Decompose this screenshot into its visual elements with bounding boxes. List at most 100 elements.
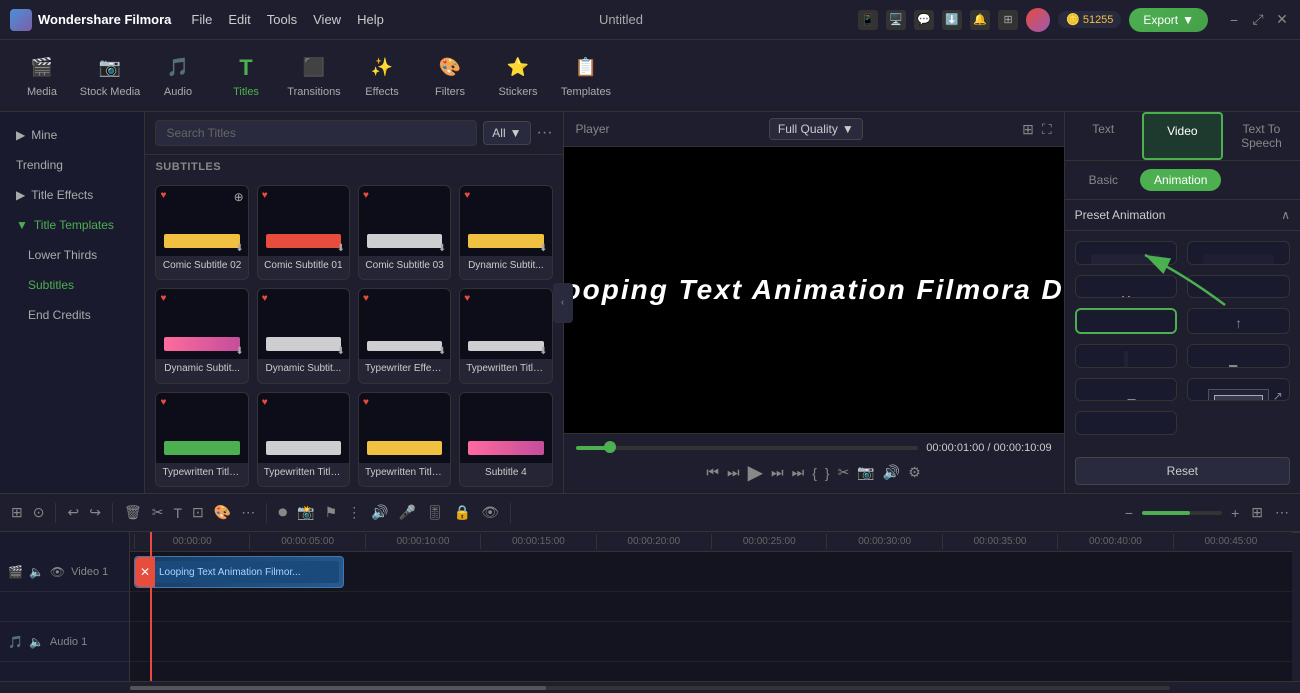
anim-slide-up[interactable]: ↑ Slide Up — [1187, 308, 1290, 334]
video-track-mute-icon[interactable]: 🔈 — [29, 565, 44, 579]
user-avatar[interactable] — [1026, 8, 1050, 32]
anim-fade-out[interactable]: Fade Out — [1187, 241, 1290, 265]
mark-in-button[interactable]: { — [812, 465, 817, 481]
hide-button[interactable]: 👁 — [478, 501, 502, 524]
template-comic-subtitle-02[interactable]: ♥ ⊕ ⬇ Comic Subtitle 02 — [155, 185, 248, 280]
snapshot-button[interactable]: 📷 — [857, 464, 874, 481]
more-tools-button[interactable]: ⋯ — [238, 501, 258, 524]
sidebar-item-trending[interactable]: Trending — [0, 150, 144, 180]
playhead[interactable] — [150, 532, 152, 681]
zoom-in-button[interactable]: + — [1228, 502, 1242, 524]
template-typewritten-title[interactable]: ♥ ⬇ Typewritten Title... — [459, 288, 552, 383]
video-clip[interactable]: ✕ Looping Text Animation Filmor... — [134, 556, 344, 588]
download-icon[interactable]: ⬇ — [337, 243, 345, 254]
menu-view[interactable]: View — [313, 12, 341, 27]
anim-fade-in[interactable]: Fade In — [1075, 241, 1178, 265]
delete-button[interactable]: 🗑 — [121, 501, 145, 524]
tool-filters[interactable]: 🎨 Filters — [418, 44, 482, 108]
split-audio-button[interactable]: ⊞ — [8, 501, 26, 524]
tab-video[interactable]: Video — [1142, 112, 1223, 160]
zoom-out-button[interactable]: − — [1122, 502, 1136, 524]
menu-help[interactable]: Help — [357, 12, 384, 27]
download-icon[interactable]: ⬇ — [337, 346, 345, 357]
audio-out-button[interactable]: 🔊 — [368, 501, 391, 524]
quality-dropdown[interactable]: Full Quality ▼ — [769, 118, 863, 140]
color-button[interactable]: 🎨 — [211, 501, 234, 524]
download-icon[interactable]: ⬇ — [235, 243, 243, 254]
anim-pause[interactable]: → → Pause — [1075, 275, 1178, 299]
sidebar-item-subtitles[interactable]: Subtitles — [0, 270, 144, 300]
horizontal-scrollbar[interactable] — [0, 681, 1300, 693]
subtab-basic[interactable]: Basic — [1075, 169, 1132, 191]
sidebar-item-title-effects[interactable]: ▶ Title Effects — [0, 180, 144, 210]
sidebar-item-end-credits[interactable]: End Credits — [0, 300, 144, 330]
tab-text-to-speech[interactable]: Text To Speech — [1223, 112, 1300, 160]
audio-record-button[interactable]: 🎤 — [396, 501, 419, 524]
menu-edit[interactable]: Edit — [228, 12, 250, 27]
fullscreen-icon[interactable]: ⛶ — [1042, 121, 1052, 138]
subtab-animation[interactable]: Animation — [1140, 169, 1221, 191]
crop-button[interactable]: ⊡ — [189, 501, 207, 524]
mark-out-button[interactable]: } — [825, 465, 830, 481]
template-typewritten-title-04[interactable]: ♥ Typewritten Title... — [358, 392, 451, 487]
tool-titles[interactable]: T Titles — [214, 44, 278, 108]
undo-button[interactable]: ↩ — [64, 501, 82, 524]
step-forward-button[interactable]: ⏭ — [771, 464, 784, 481]
template-subtitle-4[interactable]: Subtitle 4 — [459, 392, 552, 487]
skip-forward-button[interactable]: ⏭ — [792, 464, 805, 481]
more-tl-button[interactable]: ⋯ — [1272, 501, 1292, 524]
redo-button[interactable]: ↪ — [86, 501, 104, 524]
template-dynamic-subtit-01[interactable]: ♥ ⬇ Dynamic Subtit... — [459, 185, 552, 280]
template-dynamic-subtit-02[interactable]: ♥ ⬇ Dynamic Subtit... — [155, 288, 248, 383]
snapshot-tl-button[interactable]: 📸 — [294, 501, 317, 524]
download-icon[interactable]: ⬇ — [438, 346, 446, 357]
add-icon[interactable]: ⊕ — [234, 190, 244, 204]
sidebar-item-mine[interactable]: ▶ Mine — [0, 120, 144, 150]
maximize-button[interactable]: ⤢ — [1250, 12, 1266, 28]
search-input[interactable] — [155, 120, 477, 146]
sidebar-item-lower-thirds[interactable]: Lower Thirds — [0, 240, 144, 270]
filter-dropdown[interactable]: All ▼ — [483, 121, 530, 145]
icon-4[interactable]: ⬇️ — [942, 10, 962, 30]
play-button[interactable]: ▶ — [748, 460, 763, 485]
tool-stickers[interactable]: ⭐ Stickers — [486, 44, 550, 108]
clip-button[interactable]: ✂ — [838, 464, 850, 481]
mix-button[interactable]: 🎚 — [423, 501, 447, 524]
lock-button[interactable]: 🔒 — [451, 501, 474, 524]
tab-text[interactable]: Text — [1065, 112, 1142, 160]
download-icon[interactable]: ⬇ — [539, 346, 547, 357]
anim-zoom-in-2[interactable]: ⤡ Zoom In — [1075, 411, 1178, 435]
icon-3[interactable]: 💬 — [914, 10, 934, 30]
tool-transitions[interactable]: ⬛ Transitions — [282, 44, 346, 108]
close-button[interactable]: ✕ — [1274, 12, 1290, 28]
template-typewriter-effec[interactable]: ♥ ⬇ Typewriter Effec... — [358, 288, 451, 383]
menu-tools[interactable]: Tools — [267, 12, 297, 27]
download-icon[interactable]: ⬇ — [235, 346, 243, 357]
menu-file[interactable]: File — [191, 12, 212, 27]
progress-track[interactable] — [576, 446, 919, 450]
template-dynamic-subtit-03[interactable]: ♥ ⬇ Dynamic Subtit... — [257, 288, 350, 383]
step-back-button[interactable]: ⏭ — [727, 464, 740, 481]
download-icon[interactable]: ⬇ — [539, 243, 547, 254]
download-icon[interactable]: ⬇ — [438, 243, 446, 254]
cut-button[interactable]: ✂ — [149, 501, 167, 524]
skip-back-button[interactable]: ⏮ — [706, 464, 719, 481]
anim-slide-down[interactable]: ↓ Slide Down — [1075, 344, 1178, 368]
video-track-eye-icon[interactable]: 👁 — [50, 565, 65, 579]
audio-track-mute-icon[interactable]: 🔈 — [29, 635, 44, 649]
split-button[interactable]: ⋮ — [344, 501, 364, 524]
icon-6[interactable]: ⊞ — [998, 10, 1018, 30]
grid-tl-button[interactable]: ⊞ — [1248, 501, 1266, 524]
icon-2[interactable]: 🖥️ — [886, 10, 906, 30]
tool-audio[interactable]: 🎵 Audio — [146, 44, 210, 108]
anim-slide-left[interactable]: ← Slide Left — [1075, 308, 1178, 334]
tool-stock-media[interactable]: 📷 Stock Media — [78, 44, 142, 108]
tool-effects[interactable]: ✨ Effects — [350, 44, 414, 108]
minimize-button[interactable]: − — [1226, 12, 1242, 28]
marker-button[interactable]: ⚑ — [322, 501, 341, 524]
zoom-track[interactable] — [1142, 511, 1222, 515]
more-button[interactable]: ··· — [537, 124, 553, 142]
template-comic-subtitle-01[interactable]: ♥ ⬇ Comic Subtitle 01 — [257, 185, 350, 280]
anim-vortex-out[interactable]: ↺ Vortex Out — [1075, 378, 1178, 402]
template-typewritten-title-03[interactable]: ♥ Typewritten Title... — [257, 392, 350, 487]
